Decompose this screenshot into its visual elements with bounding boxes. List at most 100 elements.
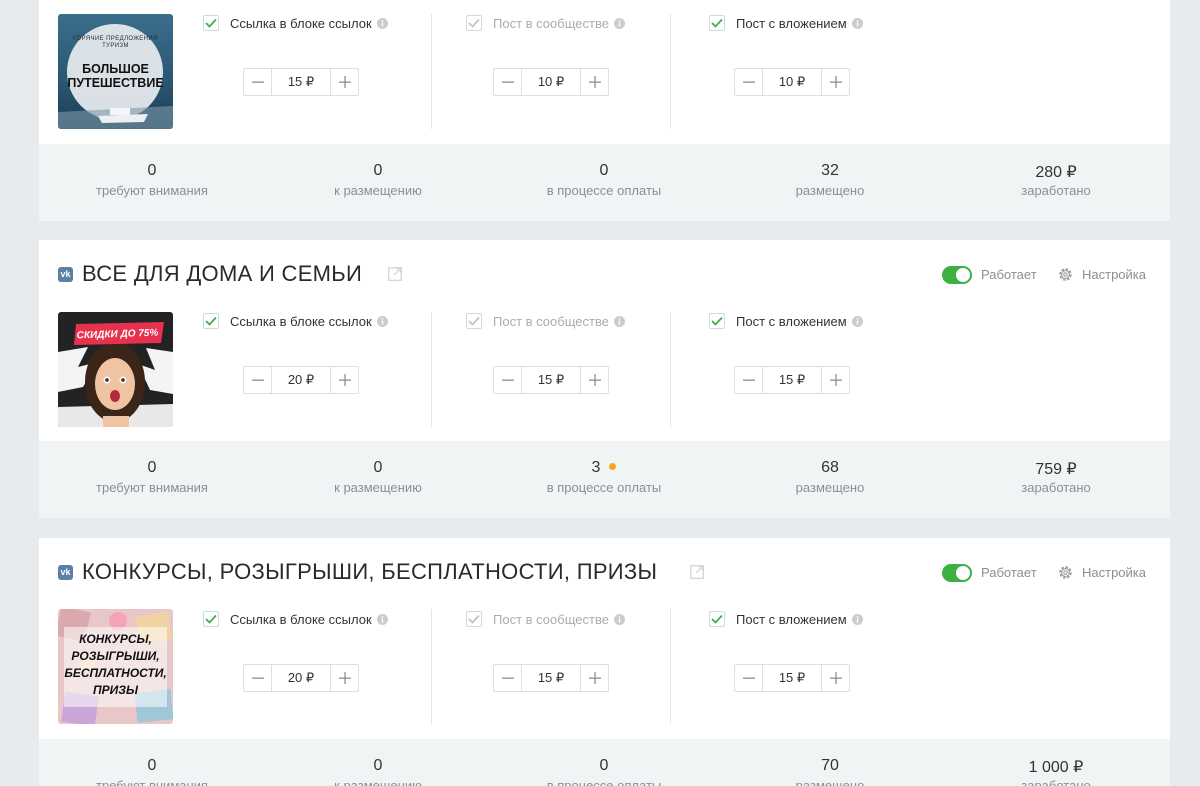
price-value[interactable]: 10 ₽ (762, 69, 822, 95)
increase-button[interactable] (581, 367, 608, 393)
increase-button[interactable] (331, 69, 358, 95)
community-avatar[interactable]: ГОРЯЧИЕ ПРЕДЛОЖЕНИЯ ТУРИЗМ БОЛЬШОЕ ПУТЕШ… (58, 14, 173, 129)
price-stepper: 15 ₽ (493, 664, 609, 692)
stat-paying[interactable]: 3 в процессе оплаты (491, 459, 717, 495)
stat-label: к размещению (334, 480, 422, 495)
community-card-contests: vk КОНКУРСЫ, РОЗЫГРЫШИ, БЕСПЛАТНОСТИ, ПР… (39, 538, 1170, 786)
stat-value: 0 (599, 757, 609, 774)
info-icon[interactable] (376, 613, 388, 625)
increase-button[interactable] (581, 69, 608, 95)
price-value[interactable]: 15 ₽ (762, 367, 822, 393)
plus-icon (588, 672, 601, 684)
decrease-button[interactable] (244, 367, 271, 393)
stat-paying[interactable]: 0 в процессе оплаты (491, 757, 717, 786)
external-link-icon[interactable] (690, 565, 704, 579)
stat-placed[interactable]: 68 размещено (717, 459, 943, 495)
increase-button[interactable] (822, 69, 849, 95)
community-post-checkbox[interactable] (466, 15, 482, 31)
decrease-button[interactable] (494, 69, 521, 95)
option-label: Пост с вложением (736, 611, 847, 627)
external-link-icon[interactable] (388, 267, 402, 281)
stat-label: требуют внимания (96, 480, 208, 495)
settings-button[interactable]: Настройка (1057, 264, 1146, 284)
settings-label: Настройка (1082, 266, 1146, 282)
increase-button[interactable] (331, 367, 358, 393)
link-block-checkbox[interactable] (203, 611, 219, 627)
attachment-post-checkbox[interactable] (709, 15, 725, 31)
stat-value: 0 (373, 757, 383, 774)
community-post-checkbox[interactable] (466, 611, 482, 627)
community-avatar[interactable]: КОНКУРСЫ, РОЗЫГРЫШИ, БЕСПЛАТНОСТИ, ПРИЗЫ (58, 609, 173, 724)
info-icon[interactable] (851, 315, 863, 327)
stat-attention[interactable]: 0 требуют внимания (39, 459, 265, 495)
minus-icon (742, 677, 755, 679)
info-icon[interactable] (851, 17, 863, 29)
stat-earned[interactable]: 759 ₽ заработано (943, 459, 1169, 495)
check-icon (468, 316, 480, 326)
toggle-knob (956, 268, 970, 282)
status-toggle[interactable] (942, 266, 972, 284)
stat-to-place[interactable]: 0 к размещению (265, 757, 491, 786)
stat-paying[interactable]: 0 в процессе оплаты (491, 162, 717, 198)
plus-icon (829, 374, 842, 386)
stats-bar: 0 требуют внимания 0 к размещению 3 в проце… (39, 441, 1170, 518)
stat-earned[interactable]: 280 ₽ заработано (943, 162, 1169, 198)
info-icon[interactable] (613, 315, 625, 327)
stat-label: в процессе оплаты (546, 183, 662, 198)
decrease-button[interactable] (735, 367, 762, 393)
price-value[interactable]: 15 ₽ (762, 665, 822, 691)
decrease-button[interactable] (494, 367, 521, 393)
price-value[interactable]: 20 ₽ (271, 367, 331, 393)
price-value[interactable]: 10 ₽ (521, 69, 581, 95)
info-icon[interactable] (376, 315, 388, 327)
decrease-button[interactable] (244, 665, 271, 691)
plus-icon (338, 672, 351, 684)
stat-to-place[interactable]: 0 к размещению (265, 459, 491, 495)
info-icon[interactable] (613, 17, 625, 29)
increase-button[interactable] (822, 367, 849, 393)
price-value[interactable]: 15 ₽ (521, 665, 581, 691)
plus-icon (338, 76, 351, 88)
community-post-checkbox[interactable] (466, 313, 482, 329)
link-block-checkbox[interactable] (203, 15, 219, 31)
stat-to-place[interactable]: 0 к размещению (265, 162, 491, 198)
price-value[interactable]: 15 ₽ (271, 69, 331, 95)
price-value[interactable]: 20 ₽ (271, 665, 331, 691)
decrease-button[interactable] (494, 665, 521, 691)
stat-earned[interactable]: 1 000 ₽ заработано (943, 757, 1169, 786)
settings-button[interactable]: Настройка (1057, 562, 1146, 582)
attachment-post-checkbox[interactable] (709, 611, 725, 627)
attachment-post-checkbox[interactable] (709, 313, 725, 329)
community-title[interactable]: ВСЕ ДЛЯ ДОМА И СЕМЬИ (82, 261, 362, 287)
link-block-checkbox[interactable] (203, 313, 219, 329)
pending-dot-icon (609, 463, 617, 470)
column-divider (670, 14, 671, 129)
community-title[interactable]: КОНКУРСЫ, РОЗЫГРЫШИ, БЕСПЛАТНОСТИ, ПРИЗЫ (82, 559, 657, 585)
stat-placed[interactable]: 32 размещено (717, 162, 943, 198)
plus-icon (829, 672, 842, 684)
community-avatar[interactable]: СКИДКИ ДО 75% (58, 312, 173, 427)
status-toggle[interactable] (942, 564, 972, 582)
stat-label: заработано (1021, 778, 1091, 786)
stat-label: в процессе оплаты (546, 480, 662, 495)
info-icon[interactable] (851, 613, 863, 625)
increase-button[interactable] (581, 665, 608, 691)
decrease-button[interactable] (244, 69, 271, 95)
info-icon[interactable] (613, 613, 625, 625)
stat-attention[interactable]: 0 требуют внимания (39, 757, 265, 786)
minus-icon (251, 81, 264, 83)
decrease-button[interactable] (735, 665, 762, 691)
price-value[interactable]: 15 ₽ (521, 367, 581, 393)
increase-button[interactable] (822, 665, 849, 691)
stat-placed[interactable]: 70 размещено (717, 757, 943, 786)
minus-icon (501, 379, 514, 381)
column-divider (670, 312, 671, 427)
increase-button[interactable] (331, 665, 358, 691)
price-stepper: 20 ₽ (243, 366, 359, 394)
info-icon[interactable] (376, 17, 388, 29)
option-label: Ссылка в блоке ссылок (230, 313, 372, 329)
stat-attention[interactable]: 0 требуют внимания (39, 162, 265, 198)
option-label: Ссылка в блоке ссылок (230, 15, 372, 31)
decrease-button[interactable] (735, 69, 762, 95)
stat-value: 70 (821, 757, 839, 774)
